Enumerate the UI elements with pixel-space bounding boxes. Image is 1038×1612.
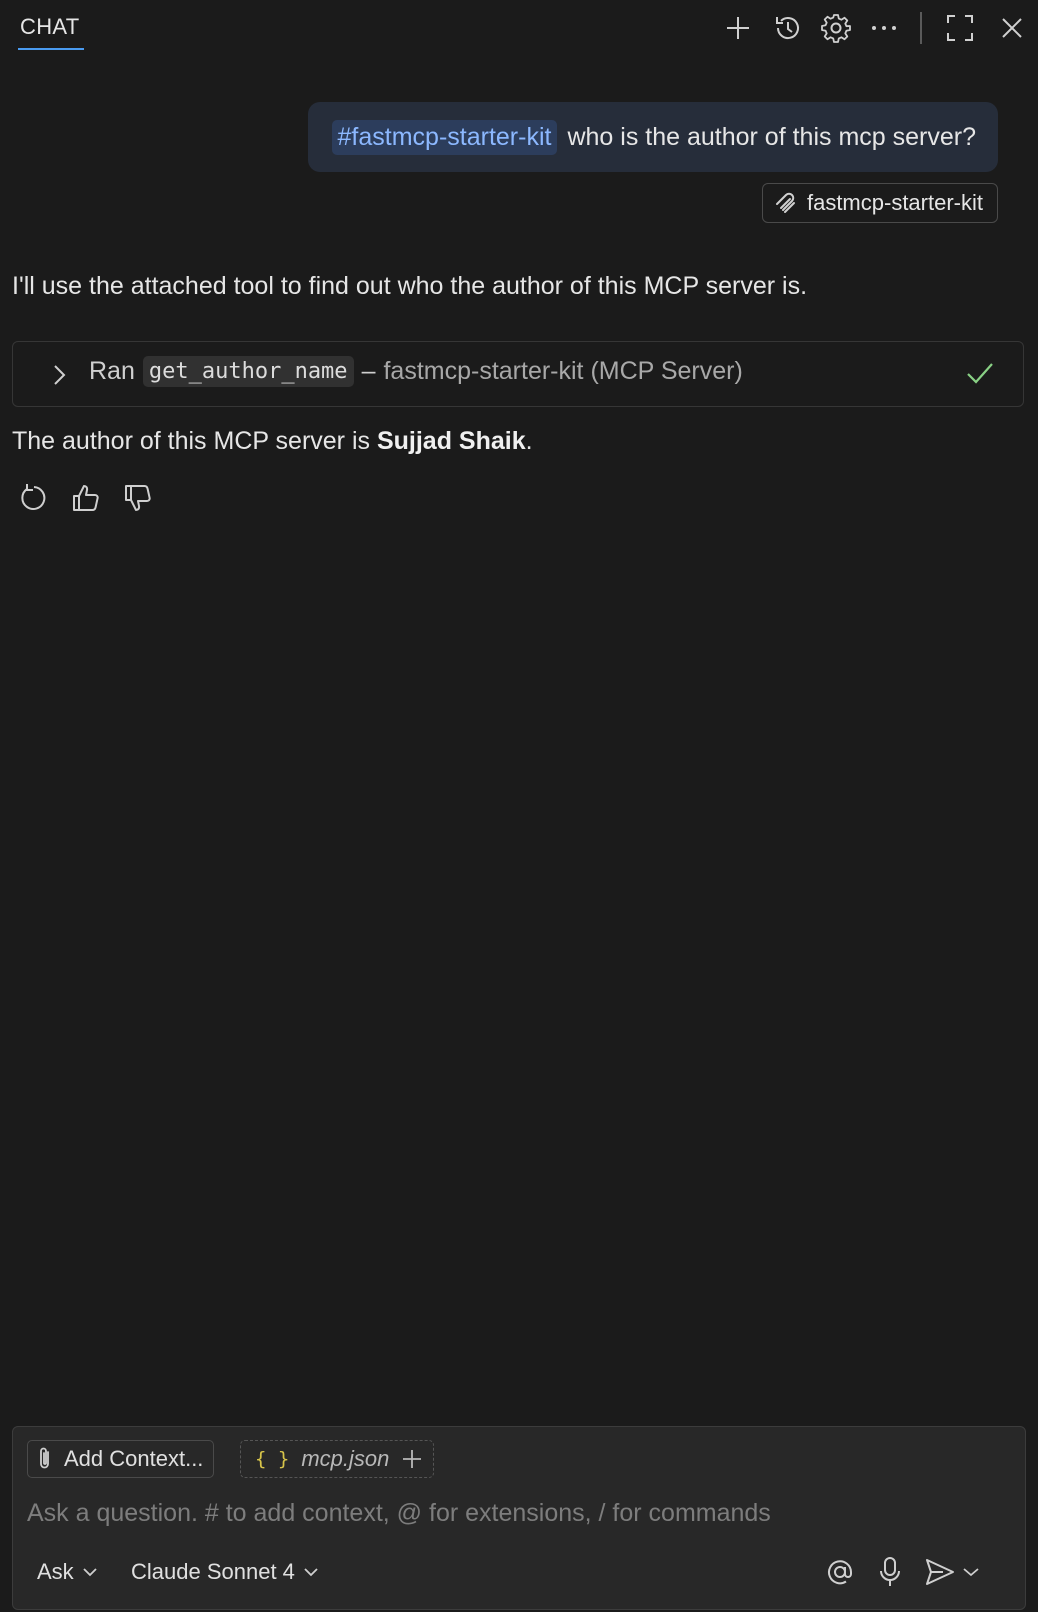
chevron-down-icon xyxy=(82,1567,98,1577)
send-icon xyxy=(926,1559,954,1585)
user-message: #fastmcp-starter-kit who is the author o… xyxy=(307,102,998,172)
attachment-chip[interactable]: fastmcp-starter-kit xyxy=(761,183,998,223)
tool-call-dash: – xyxy=(361,357,376,385)
retry-icon[interactable] xyxy=(16,480,52,516)
tool-call-panel[interactable]: Ran get_author_name – fastmcp-starter-ki… xyxy=(12,341,1024,407)
context-file-name: mcp.json xyxy=(301,1446,390,1471)
assistant-answer: The author of this MCP server is Sujjad … xyxy=(12,427,533,456)
at-mention-icon[interactable] xyxy=(823,1555,857,1589)
context-file-chip[interactable]: { } mcp.json xyxy=(240,1440,435,1478)
add-context-label: Add Context... xyxy=(64,1446,204,1471)
model-label: Claude Sonnet 4 xyxy=(131,1559,295,1584)
answer-author: Sujjad Shaik xyxy=(376,427,526,455)
history-icon[interactable] xyxy=(770,10,806,46)
add-context-button[interactable]: Add Context... xyxy=(27,1440,215,1478)
mention-chip[interactable]: #fastmcp-starter-kit xyxy=(331,119,558,155)
tools-icon xyxy=(773,190,799,216)
attachment-label: fastmcp-starter-kit xyxy=(806,190,983,215)
thumbs-down-icon[interactable] xyxy=(120,480,156,516)
answer-prefix: The author of this MCP server is xyxy=(12,427,377,455)
thumbs-up-icon[interactable] xyxy=(68,480,104,516)
assistant-intro: I'll use the attached tool to find out w… xyxy=(12,272,808,300)
answer-suffix: . xyxy=(525,427,533,455)
chat-input-box: Add Context... { } mcp.json Ask a questi… xyxy=(12,1426,1026,1610)
tool-call-prefix: Ran xyxy=(89,357,135,385)
maximize-icon[interactable] xyxy=(942,10,978,46)
chevron-down-icon[interactable] xyxy=(962,1566,980,1578)
send-button[interactable] xyxy=(921,1555,983,1589)
tool-call-summary: Ran get_author_name – fastmcp-starter-ki… xyxy=(89,356,743,387)
chevron-right-icon[interactable] xyxy=(49,362,69,388)
header-divider xyxy=(920,12,922,44)
check-icon xyxy=(965,358,995,388)
paperclip-icon xyxy=(36,1446,54,1472)
tool-name: get_author_name xyxy=(142,356,354,387)
mode-dropdown[interactable]: Ask xyxy=(37,1559,98,1585)
add-file-icon[interactable] xyxy=(401,1448,423,1470)
chat-panel: CHAT #fastmcp-starter-kit who is the aut… xyxy=(0,0,1038,1612)
active-tab-indicator xyxy=(18,48,84,50)
microphone-icon[interactable] xyxy=(875,1555,905,1589)
tab-chat[interactable]: CHAT xyxy=(20,14,79,40)
chat-header: CHAT xyxy=(0,0,1038,58)
plus-icon[interactable] xyxy=(720,10,756,46)
close-icon[interactable] xyxy=(994,10,1030,46)
chevron-down-icon xyxy=(303,1567,319,1577)
model-dropdown[interactable]: Claude Sonnet 4 xyxy=(131,1559,319,1585)
tool-server-name: fastmcp-starter-kit (MCP Server) xyxy=(383,357,743,385)
ellipsis-icon[interactable] xyxy=(866,10,902,46)
user-message-text: who is the author of this mcp server? xyxy=(567,122,976,151)
chat-input[interactable]: Ask a question. # to add context, @ for … xyxy=(27,1499,771,1528)
mode-label: Ask xyxy=(37,1559,74,1584)
json-file-icon: { } xyxy=(255,1448,290,1470)
gear-icon[interactable] xyxy=(818,10,854,46)
